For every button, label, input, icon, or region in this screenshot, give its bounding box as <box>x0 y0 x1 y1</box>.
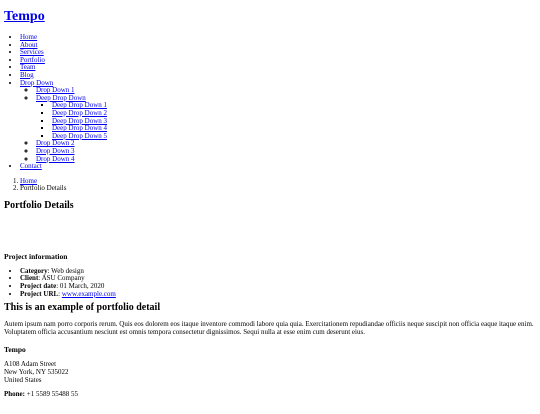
project-url-link[interactable]: www.example.com <box>62 290 116 298</box>
phone-value: +1 5589 55488 55 <box>25 390 78 399</box>
breadcrumb: Home Portfolio Details <box>4 177 536 193</box>
dropdown-item-2: Drop Down 2 <box>36 140 536 148</box>
dropdown-item-3: Drop Down 3 <box>36 147 536 156</box>
deep-dropdown-item-1: Deep Drop Down 1 <box>52 102 536 110</box>
dropdown-item-deep: Deep Drop Down Deep Drop Down 1 Deep Dro… <box>36 94 536 141</box>
portfolio-slider-area <box>4 212 536 252</box>
project-info-list: Category: Web design Client: ASU Company… <box>4 267 536 299</box>
deep-dropdown-menu: Deep Drop Down 1 Deep Drop Down 2 Deep D… <box>36 102 536 140</box>
breadcrumb-item-home: Home <box>20 177 536 186</box>
footer-phone: Phone: +1 5589 55488 55 <box>4 390 536 399</box>
brand-logo-link[interactable]: Tempo <box>4 9 45 24</box>
deep-dropdown-item-5: Deep Drop Down 5 <box>52 132 536 141</box>
nav-item-services: Services <box>20 48 536 57</box>
footer-address: A108 Adam Street New York, NY 535022 Uni… <box>4 361 536 384</box>
dropdown-item-1: Drop Down 1 <box>36 86 536 95</box>
dropdown-item-4: Drop Down 4 <box>36 155 536 164</box>
deep-dropdown-item-4: Deep Drop Down 4 <box>52 124 536 133</box>
project-info-url: Project URL: www.example.com <box>20 289 536 299</box>
portfolio-detail-title: This is an example of portfolio detail <box>4 302 161 314</box>
nav-item-contact: Contact <box>20 162 536 171</box>
nav-item-home: Home <box>20 33 536 42</box>
dropdown-menu: Drop Down 1 Deep Drop Down Deep Drop Dow… <box>20 86 536 164</box>
nav-item-blog: Blog <box>20 71 536 80</box>
page-title: Portfolio Details <box>4 199 74 211</box>
phone-label: Phone: <box>4 390 25 399</box>
deep-dropdown-item-3: Deep Drop Down 3 <box>52 117 536 126</box>
site-header: Tempo <box>4 9 536 25</box>
nav-item-portfolio: Portfolio <box>20 56 536 65</box>
footer-brand: Tempo <box>4 345 26 355</box>
nav-link-contact[interactable]: Contact <box>20 162 42 170</box>
portfolio-description: Autem ipsum nam porro corporis rerum. Qu… <box>4 320 534 336</box>
address-line: United States <box>4 375 42 384</box>
breadcrumb-item-current: Portfolio Details <box>20 185 536 193</box>
deep-dropdown-item-2: Deep Drop Down 2 <box>52 109 536 118</box>
project-info-title: Project information <box>4 251 68 261</box>
page: Tempo Home About Services Portfolio Team… <box>0 9 540 399</box>
nav-item-about: About <box>20 41 536 50</box>
nav-item-dropdown: Drop Down Drop Down 1 Deep Drop Down Dee… <box>20 79 536 164</box>
nav-item-team: Team <box>20 64 536 72</box>
info-label: Project URL <box>20 289 59 298</box>
main-nav: Home About Services Portfolio Team Blog … <box>4 33 536 171</box>
project-info-category: Category: Web design <box>20 267 536 276</box>
